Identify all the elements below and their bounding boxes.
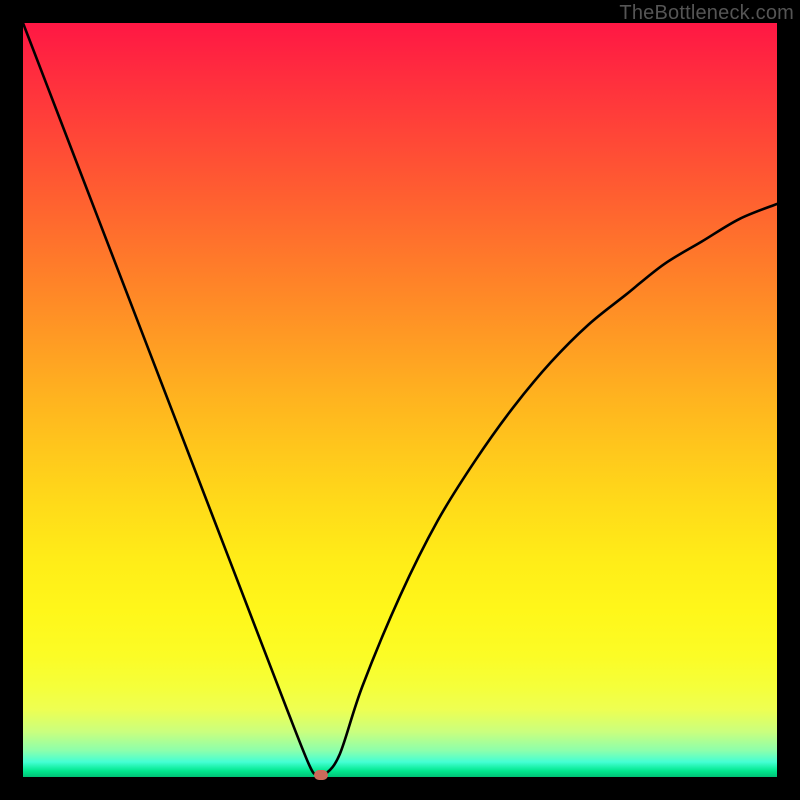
attribution-text: TheBottleneck.com — [619, 2, 794, 25]
chart-plot-area — [23, 23, 777, 777]
minimum-point-marker — [314, 770, 328, 780]
